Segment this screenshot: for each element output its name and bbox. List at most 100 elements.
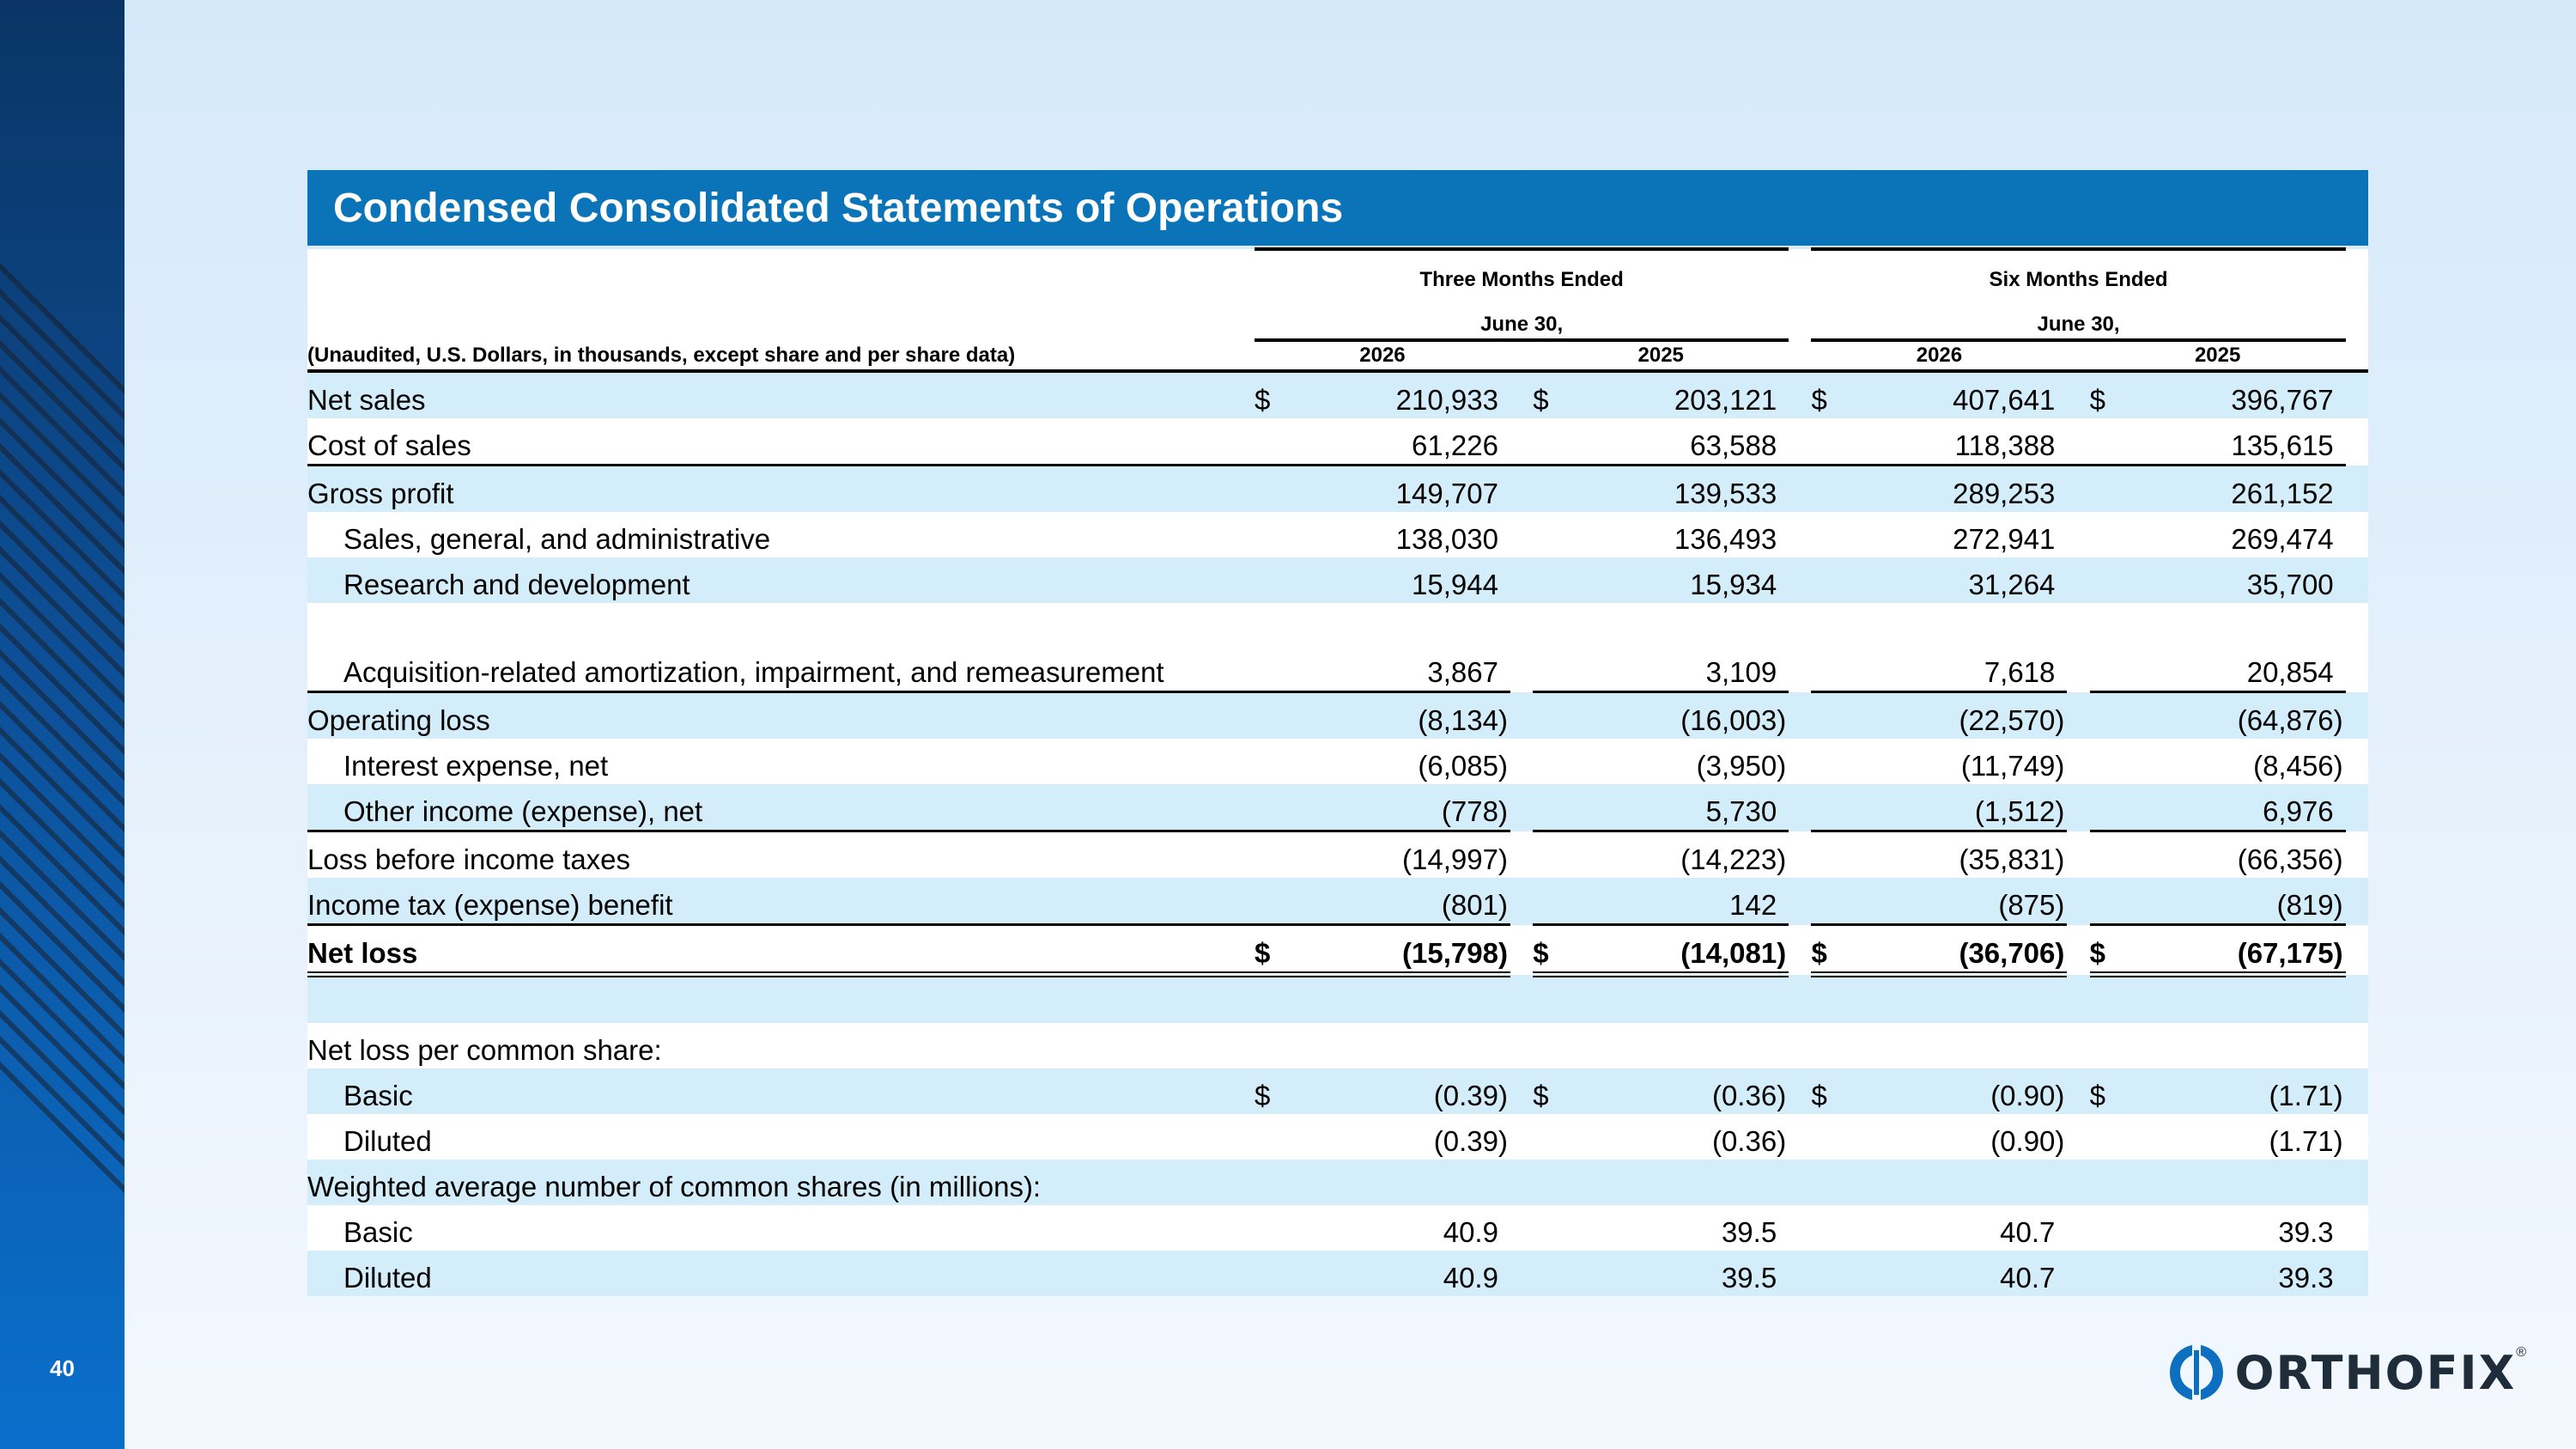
value-cell: 5,730 (1705, 795, 1777, 827)
close-paren: ) (2055, 1080, 2065, 1111)
value-cell: 15,934 (1690, 569, 1777, 600)
logo-text: ORTHOFIX (2234, 1345, 2517, 1400)
row-research-development: Research and development 15,944 15,934 3… (307, 557, 2368, 603)
close-paren: ) (2055, 1125, 2065, 1157)
value-cell: (778 (1441, 795, 1498, 827)
value-cell: (0.39 (1433, 1125, 1498, 1157)
dollar-sign: $ (2089, 1080, 2106, 1111)
page-number: 40 (50, 1355, 75, 1381)
close-paren: ) (2055, 843, 2065, 875)
header-three-months: Three Months Ended (1254, 247, 1789, 295)
statement-table: Three Months Ended Six Months Ended June… (307, 247, 2368, 1296)
header-period-three: June 30, (1254, 295, 1789, 342)
value-cell: 396,767 (2231, 384, 2334, 416)
value-cell: 20,854 (2246, 656, 2334, 688)
row-label: Diluted (307, 1251, 1232, 1296)
value-cell: 39.3 (2278, 1262, 2334, 1294)
row-sga: Sales, general, and administrative 138,0… (307, 512, 2368, 557)
row-label: Other income (expense), net (307, 784, 1232, 832)
close-paren: ) (2333, 889, 2343, 921)
value-cell: (819 (2276, 889, 2334, 921)
close-paren: ) (1498, 889, 1508, 921)
page-title: Condensed Consolidated Statements of Ope… (333, 185, 1344, 231)
header-row-groups: Three Months Ended Six Months Ended (307, 247, 2368, 295)
value-cell: (0.36 (1711, 1125, 1777, 1157)
close-paren: ) (1777, 704, 1787, 736)
row-label: Net sales (307, 371, 1232, 418)
dollar-sign: $ (1811, 384, 1827, 416)
value-cell: (67,175 (2237, 937, 2334, 969)
row-label: Cost of sales (307, 418, 1232, 466)
close-paren: ) (1498, 1080, 1508, 1111)
value-cell: 7,618 (1984, 656, 2056, 688)
value-cell: 15,944 (1412, 569, 1498, 600)
value-cell: (14,081 (1680, 937, 1777, 969)
value-cell: (1.71 (2269, 1080, 2334, 1111)
close-paren: ) (2055, 704, 2065, 736)
row-label: Gross profit (307, 465, 1232, 512)
row-operating-loss: Operating loss (8,134) (16,003) (22,570)… (307, 691, 2368, 739)
dollar-sign: $ (1254, 384, 1271, 416)
value-cell: 63,588 (1690, 429, 1777, 461)
value-cell: (0.39 (1433, 1080, 1498, 1111)
close-paren: ) (1498, 843, 1508, 875)
value-cell: 40.7 (2000, 1262, 2056, 1294)
header-period-six: June 30, (1811, 295, 2346, 342)
value-cell: 135,615 (2231, 429, 2334, 461)
value-cell: 269,474 (2231, 523, 2334, 555)
value-cell: (0.90 (1990, 1125, 2056, 1157)
value-cell: (8,134 (1418, 704, 1498, 736)
close-paren: ) (2055, 937, 2065, 969)
row-eps-basic: Basic $ (0.39) $ (0.36) $ (0.90) $ (1.71) (307, 1068, 2368, 1114)
row-label: Net loss (307, 924, 1232, 977)
close-paren: ) (2333, 1080, 2343, 1111)
row-label: Diluted (307, 1114, 1232, 1160)
row-label: Interest expense, net (307, 739, 1232, 784)
value-cell: (3,950 (1696, 750, 1777, 782)
dollar-sign: $ (1533, 1080, 1549, 1111)
row-spacer (307, 974, 2368, 1023)
close-paren: ) (1777, 750, 1787, 782)
value-cell: (6,085 (1418, 750, 1498, 782)
row-shares-diluted: Diluted 40.9 39.5 40.7 39.3 (307, 1251, 2368, 1296)
row-label: Sales, general, and administrative (307, 512, 1232, 557)
row-label: Loss before income taxes (307, 831, 1232, 878)
value-cell: (0.36 (1711, 1080, 1777, 1111)
value-cell: 118,388 (1954, 429, 2056, 461)
row-eps-diluted: Diluted (0.39) (0.36) (0.90) (1.71) (307, 1114, 2368, 1160)
value-cell: 40.9 (1443, 1262, 1498, 1294)
header-row-years: (Unaudited, U.S. Dollars, in thousands, … (307, 340, 2368, 373)
row-interest-expense: Interest expense, net (6,085) (3,950) (1… (307, 739, 2368, 784)
company-logo: ORTHOFIX ® (2166, 1342, 2526, 1403)
value-cell: (15,798 (1402, 937, 1498, 969)
value-cell: 407,641 (1953, 384, 2056, 416)
value-cell: 31,264 (1968, 569, 2056, 600)
value-cell: 39.3 (2278, 1216, 2334, 1248)
close-paren: ) (1777, 1125, 1787, 1157)
dollar-sign: $ (1533, 384, 1549, 416)
value-cell: (1.71 (2269, 1125, 2334, 1157)
value-cell: 40.7 (2000, 1216, 2056, 1248)
dollar-sign: $ (1811, 1080, 1827, 1111)
value-cell: 203,121 (1674, 384, 1777, 416)
value-cell: (0.90 (1990, 1080, 2056, 1111)
diagonal-stripes-decoration (0, 262, 125, 1194)
row-net-loss: Net loss $ (15,798) $ (14,081) $ (36,706) $… (307, 924, 2368, 977)
close-paren: ) (1498, 937, 1508, 969)
row-label: Net loss per common share: (307, 1023, 2368, 1068)
dollar-sign: $ (2089, 937, 2106, 969)
dollar-sign: $ (1811, 937, 1827, 969)
year-header: 2025 (1533, 340, 1789, 373)
value-cell: 149,707 (1395, 478, 1498, 509)
header-six-months: Six Months Ended (1811, 247, 2346, 295)
year-header: 2026 (1811, 340, 2068, 373)
row-cost-of-sales: Cost of sales 61,226 63,588 118,388 135,… (307, 418, 2368, 466)
value-cell: 61,226 (1412, 429, 1498, 461)
row-label: Basic (307, 1068, 1232, 1114)
title-bar: Condensed Consolidated Statements of Ope… (307, 170, 2368, 246)
value-cell: (22,570 (1959, 704, 2056, 736)
value-cell: 139,533 (1674, 478, 1777, 509)
value-cell: (16,003 (1680, 704, 1777, 736)
value-cell: 3,867 (1427, 656, 1498, 688)
value-cell: (1,512 (1974, 795, 2056, 827)
